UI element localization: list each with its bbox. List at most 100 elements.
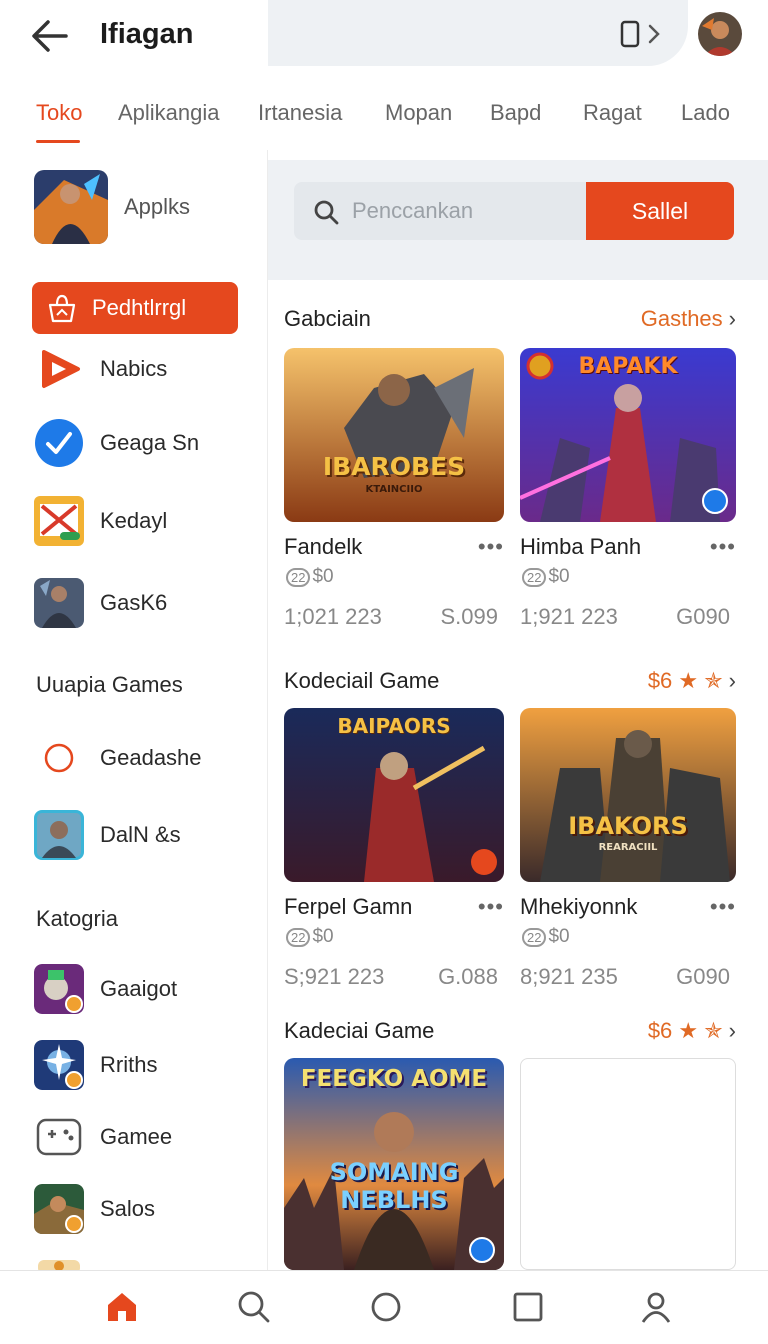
game-card-image-title: BAPAKK <box>578 354 678 379</box>
device-switch-button[interactable] <box>618 18 668 50</box>
section-more-link[interactable]: Gasthes › <box>641 306 736 332</box>
price-tag: 22 $0 <box>522 926 570 948</box>
price-pill: 22 <box>286 927 311 947</box>
tab-aplikangia[interactable]: Aplikangia <box>118 100 220 126</box>
mail-x-icon <box>34 496 84 546</box>
tab-bapd[interactable]: Bapd <box>490 100 541 126</box>
tab-toko[interactable]: Toko <box>36 100 82 126</box>
back-button[interactable] <box>26 14 74 58</box>
avatar[interactable] <box>698 12 742 56</box>
game-thumbnail <box>34 1040 84 1090</box>
nav-square[interactable] <box>510 1289 546 1325</box>
nav-profile[interactable] <box>638 1289 674 1325</box>
sidebar-item-geadashe[interactable]: Geadashe <box>34 734 202 782</box>
tab-ragat[interactable]: Ragat <box>583 100 642 126</box>
sidebar-item-gaaigot[interactable]: Gaaigot <box>34 964 177 1014</box>
game-card[interactable]: BAIPAORS Ferpel Gamn ••• 22 $0 S;921 223… <box>284 708 504 989</box>
sidebar-item-partial[interactable] <box>34 1256 84 1270</box>
game-name: Ferpel Gamn <box>284 894 413 919</box>
main-content: Sallel Gabciain Gasthes › IBAROBES KTAIN… <box>268 150 768 1270</box>
sidebar-item-label: Pedhtlrrgl <box>92 295 187 320</box>
more-options-icon[interactable]: ••• <box>710 534 736 560</box>
game-thumbnail <box>34 170 108 244</box>
more-options-icon[interactable]: ••• <box>478 534 504 560</box>
game-card[interactable]: IBAKORS REARACIIL Mhekiyonnk ••• 22 $0 8… <box>520 708 736 989</box>
game-thumbnail <box>34 964 84 1014</box>
sidebar-item-gask6[interactable]: GasK6 <box>34 578 167 628</box>
sidebar-item-geaga[interactable]: Geaga Sn <box>34 418 199 468</box>
more-link-label: $6 ★ ✯ <box>647 1018 723 1043</box>
chevron-right-icon: › <box>728 1018 736 1043</box>
more-link-label: Gasthes <box>640 306 723 331</box>
game-name: Himba Panh <box>520 534 642 559</box>
game-card[interactable]: IBAROBES KTAINCIIO Fandelk ••• 22 $0 1;0… <box>284 348 504 629</box>
sidebar-item-nabics[interactable]: Nabics <box>34 346 167 392</box>
tab-lado[interactable]: Lado <box>681 100 730 126</box>
section-more-link[interactable]: $6 ★ ✯ › <box>648 1018 736 1044</box>
search-button[interactable]: Sallel <box>586 182 734 240</box>
section-title-katogria: Katogria <box>36 906 118 931</box>
page-title: Ifiagan <box>100 18 194 50</box>
game-card[interactable]: FEEGKO AOME SOMAING NEBLHS <box>284 1058 504 1270</box>
sidebar-item-label: Gaaigot <box>100 976 178 1001</box>
more-options-icon[interactable]: ••• <box>478 894 504 920</box>
active-tab-indicator <box>36 140 80 143</box>
download-count: 1;921 223 <box>520 604 618 629</box>
game-price: G090 <box>676 964 730 989</box>
user-avatar-image <box>698 12 742 56</box>
sidebar-item-label: GasK6 <box>100 590 168 615</box>
square-icon <box>513 1292 543 1322</box>
price-symbol: $0 <box>548 566 570 587</box>
sidebar-item-rriths[interactable]: Rriths <box>34 1040 157 1090</box>
game-thumbnail <box>34 578 84 628</box>
shopping-basket-icon <box>48 294 76 323</box>
game-card-image: BAIPAORS <box>284 708 504 882</box>
nav-circle[interactable] <box>368 1289 404 1325</box>
game-price: G.088 <box>438 964 498 989</box>
search-icon <box>314 200 339 225</box>
sidebar-item-label: Rriths <box>100 1052 158 1077</box>
sidebar-item-salos[interactable]: Salos <box>34 1184 155 1234</box>
sidebar-item-applks[interactable]: Applks <box>34 170 190 244</box>
sidebar-item-kedayl[interactable]: Kedayl <box>34 496 167 546</box>
tab-irtanesia[interactable]: Irtanesia <box>258 100 342 126</box>
sidebar-item-active[interactable]: Pedhtlrrgl <box>32 282 238 334</box>
sidebar-item-label: Geadashe <box>100 745 202 770</box>
bottom-navigation <box>0 1270 768 1344</box>
game-card-image-title: BAIPAORS <box>337 714 451 738</box>
game-card-image: FEEGKO AOME SOMAING NEBLHS <box>284 1058 504 1270</box>
phone-chevron-icon <box>620 20 660 48</box>
download-count: 8;921 235 <box>520 964 618 989</box>
section-title: Kadeciai Game <box>284 1018 435 1043</box>
sidebar-item-label: DalN &s <box>100 822 181 847</box>
tab-mopan[interactable]: Mopan <box>385 100 452 126</box>
game-card[interactable]: BAPAKK Himba Panh ••• 22 $0 1;921 223 G0… <box>520 348 736 629</box>
game-card-image: BAPAKK <box>520 348 736 522</box>
price-symbol: $0 <box>312 566 334 587</box>
nav-search[interactable] <box>236 1289 272 1325</box>
sidebar-item-dalns[interactable]: DalN &s <box>34 810 181 860</box>
game-price: S.099 <box>440 604 499 629</box>
home-icon <box>108 1293 136 1321</box>
game-card-image-title: IBAROBES <box>322 452 466 481</box>
price-tag: 22 $0 <box>286 566 334 588</box>
more-link-label: $6 ★ ✯ <box>647 668 723 693</box>
search-input[interactable] <box>352 196 572 226</box>
sidebar-item-gamee[interactable]: Gamee <box>34 1114 172 1160</box>
search-area: Sallel <box>268 160 768 280</box>
sidebar-item-label: Nabics <box>100 356 168 381</box>
price-tag: 22 $0 <box>286 926 334 948</box>
section-more-link[interactable]: $6 ★ ✯ › <box>648 668 736 694</box>
circle-icon <box>371 1292 401 1322</box>
game-card-image-subtitle: SOMAING NEBLHS <box>329 1158 459 1214</box>
sidebar-item-label: Salos <box>100 1196 156 1221</box>
chevron-right-icon: › <box>728 306 736 331</box>
badge-icon <box>702 488 728 514</box>
nav-home[interactable] <box>104 1289 140 1325</box>
arrow-left-icon <box>32 20 68 52</box>
chevron-right-icon: › <box>728 668 736 693</box>
game-card-image-title: FEEGKO AOME <box>300 1066 488 1092</box>
more-options-icon[interactable]: ••• <box>710 894 736 920</box>
category-tabs: Toko Aplikangia Irtanesia Mopan Bapd Rag… <box>0 92 768 146</box>
sidebar-item-label: Kedayl <box>100 508 168 533</box>
